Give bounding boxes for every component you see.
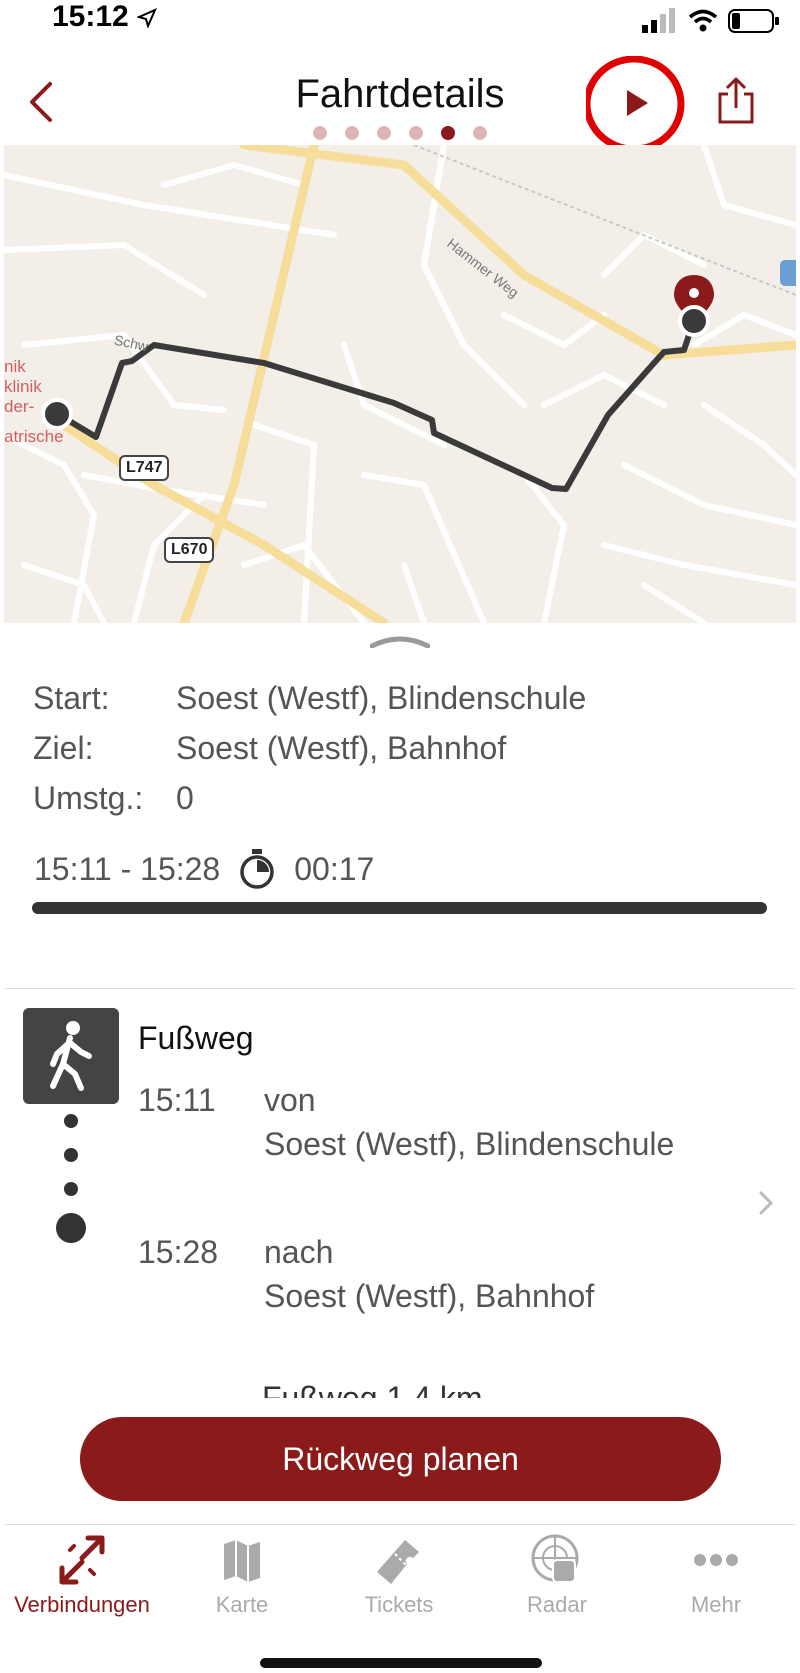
departure-place: Soest (Westf), Blindenschule xyxy=(264,1126,675,1162)
ticket-icon xyxy=(377,1540,419,1584)
play-button[interactable] xyxy=(583,55,690,156)
ziel-value: Soest (Westf), Bahnhof xyxy=(176,730,507,766)
tab-mehr[interactable]: Mehr xyxy=(636,1532,796,1618)
divider xyxy=(4,988,796,989)
start-value: Soest (Westf), Blindenschule xyxy=(176,680,587,716)
tab-label: Verbindungen xyxy=(14,1592,150,1617)
transfers-value: 0 xyxy=(176,780,194,816)
poi-label: nik xyxy=(4,357,26,376)
segment-title: Fußweg xyxy=(138,1020,254,1056)
end-marker xyxy=(678,305,710,337)
play-icon xyxy=(627,90,648,116)
page-dot[interactable] xyxy=(409,126,423,140)
arrival-place: Soest (Westf), Bahnhof xyxy=(264,1278,595,1314)
chevron-up-icon xyxy=(369,636,431,649)
timeline-end-dot xyxy=(56,1213,86,1243)
timeline-dot xyxy=(64,1148,78,1162)
battery-icon xyxy=(728,9,779,33)
stopwatch-icon xyxy=(240,849,274,889)
drawer-handle[interactable] xyxy=(369,634,431,649)
map-canvas xyxy=(4,145,796,623)
walk-badge xyxy=(23,1008,119,1104)
duration-bar xyxy=(32,902,767,914)
departure-time: 15:11 xyxy=(138,1082,216,1118)
more-icon xyxy=(694,1554,738,1566)
walk-distance: Fußweg 1,4 km xyxy=(262,1385,483,1398)
start-label: Start: xyxy=(33,680,110,716)
tab-label: Karte xyxy=(215,1592,269,1617)
tab-label: Radar xyxy=(527,1592,587,1617)
chevron-right-icon xyxy=(759,1191,774,1215)
tab-label: Mehr xyxy=(690,1592,742,1617)
location-arrow-icon xyxy=(136,8,158,30)
share-icon xyxy=(718,77,754,124)
start-marker xyxy=(41,398,73,430)
timeline-dot xyxy=(64,1182,78,1196)
tab-radar[interactable]: Radar xyxy=(477,1532,637,1618)
home-indicator xyxy=(260,1658,542,1668)
return-trip-button[interactable]: Rückweg planen xyxy=(80,1417,721,1501)
transfers-label: Umstg.: xyxy=(33,780,144,816)
tab-label: Tickets xyxy=(364,1592,434,1617)
departure-prefix: von xyxy=(264,1082,316,1118)
wifi-icon xyxy=(688,9,718,32)
route-badge: L670 xyxy=(164,537,215,563)
route-badge: L747 xyxy=(119,455,170,481)
page-dot[interactable] xyxy=(313,126,327,140)
map-icon xyxy=(224,1540,260,1582)
route-map[interactable]: Hammer Weg Schw L747 L670 nik klinik der… xyxy=(4,145,796,623)
arrival-prefix: nach xyxy=(264,1234,334,1270)
segment-detail-link[interactable] xyxy=(756,1188,776,1218)
tab-tickets[interactable]: Tickets xyxy=(319,1532,479,1618)
page-dot[interactable] xyxy=(473,126,487,140)
page-dot[interactable] xyxy=(377,126,391,140)
radar-icon xyxy=(531,1534,579,1583)
tabbar-divider xyxy=(4,1524,796,1525)
tab-verbindungen[interactable]: Verbindungen xyxy=(2,1532,162,1618)
connections-icon xyxy=(59,1535,105,1585)
poi-label: klinik xyxy=(4,377,42,396)
status-icons xyxy=(642,6,780,36)
arrival-time: 15:28 xyxy=(138,1234,219,1270)
time-row: 15:11 - 15:28 00:17 xyxy=(34,848,374,890)
poi-label: der- xyxy=(4,397,35,416)
page-indicator xyxy=(0,126,800,140)
page-dot-active[interactable] xyxy=(441,126,455,140)
time-range: 15:11 - 15:28 xyxy=(34,850,221,887)
status-time: 15:12 xyxy=(52,0,158,34)
page-dot[interactable] xyxy=(345,126,359,140)
tab-karte[interactable]: Karte xyxy=(162,1532,322,1618)
poi-label: atrische xyxy=(4,427,64,446)
cellular-signal-icon xyxy=(642,8,675,33)
walking-person-icon xyxy=(50,1021,92,1091)
timeline-dot xyxy=(64,1114,78,1128)
duration: 00:17 xyxy=(294,850,375,887)
share-button[interactable] xyxy=(706,74,766,134)
ziel-label: Ziel: xyxy=(33,730,94,766)
